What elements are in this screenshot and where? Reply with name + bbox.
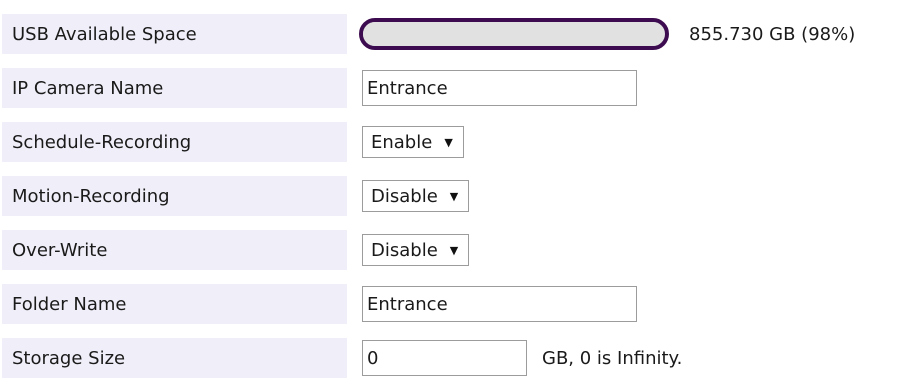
- folder-name-input[interactable]: [362, 286, 637, 322]
- storage-size-input[interactable]: [362, 340, 527, 376]
- storage-size-cell: GB, 0 is Infinity.: [357, 338, 912, 378]
- over-write-label: Over-Write: [2, 230, 347, 270]
- motion-recording-cell: Disable ▼: [357, 176, 912, 216]
- chevron-down-icon: ▼: [449, 189, 459, 203]
- schedule-recording-label: Schedule-Recording: [2, 122, 347, 162]
- motion-recording-label: Motion-Recording: [2, 176, 347, 216]
- folder-name-cell: [357, 284, 912, 324]
- camera-name-row: IP Camera Name: [0, 64, 912, 112]
- usb-space-text: 855.730 GB (98%): [689, 23, 856, 45]
- motion-recording-select[interactable]: Disable ▼: [362, 180, 470, 212]
- usb-space-value: 855.730 GB (98%): [357, 14, 912, 54]
- chevron-down-icon: ▼: [444, 135, 453, 149]
- usb-space-label: USB Available Space: [2, 14, 347, 54]
- over-write-select[interactable]: Disable ▼: [362, 234, 470, 266]
- camera-name-label: IP Camera Name: [2, 68, 347, 108]
- chevron-down-icon: ▼: [449, 243, 459, 257]
- schedule-recording-select[interactable]: Enable ▼: [362, 126, 464, 158]
- motion-recording-row: Motion-Recording Disable ▼: [0, 172, 912, 220]
- storage-size-hint: GB, 0 is Infinity.: [542, 347, 683, 369]
- motion-recording-selected: Disable: [371, 185, 438, 207]
- camera-name-input[interactable]: [362, 70, 637, 106]
- usb-space-bar: [359, 18, 669, 50]
- over-write-selected: Disable: [371, 239, 438, 261]
- storage-size-label: Storage Size: [2, 338, 347, 378]
- over-write-cell: Disable ▼: [357, 230, 912, 270]
- schedule-recording-row: Schedule-Recording Enable ▼: [0, 118, 912, 166]
- folder-name-row: Folder Name: [0, 280, 912, 328]
- usb-space-bar-fill: [363, 22, 659, 46]
- folder-name-label: Folder Name: [2, 284, 347, 324]
- usb-space-row: USB Available Space 855.730 GB (98%): [0, 10, 912, 58]
- over-write-row: Over-Write Disable ▼: [0, 226, 912, 274]
- schedule-recording-cell: Enable ▼: [357, 122, 912, 162]
- camera-name-cell: [357, 68, 912, 108]
- storage-size-row: Storage Size GB, 0 is Infinity.: [0, 334, 912, 382]
- schedule-recording-selected: Enable: [371, 131, 433, 153]
